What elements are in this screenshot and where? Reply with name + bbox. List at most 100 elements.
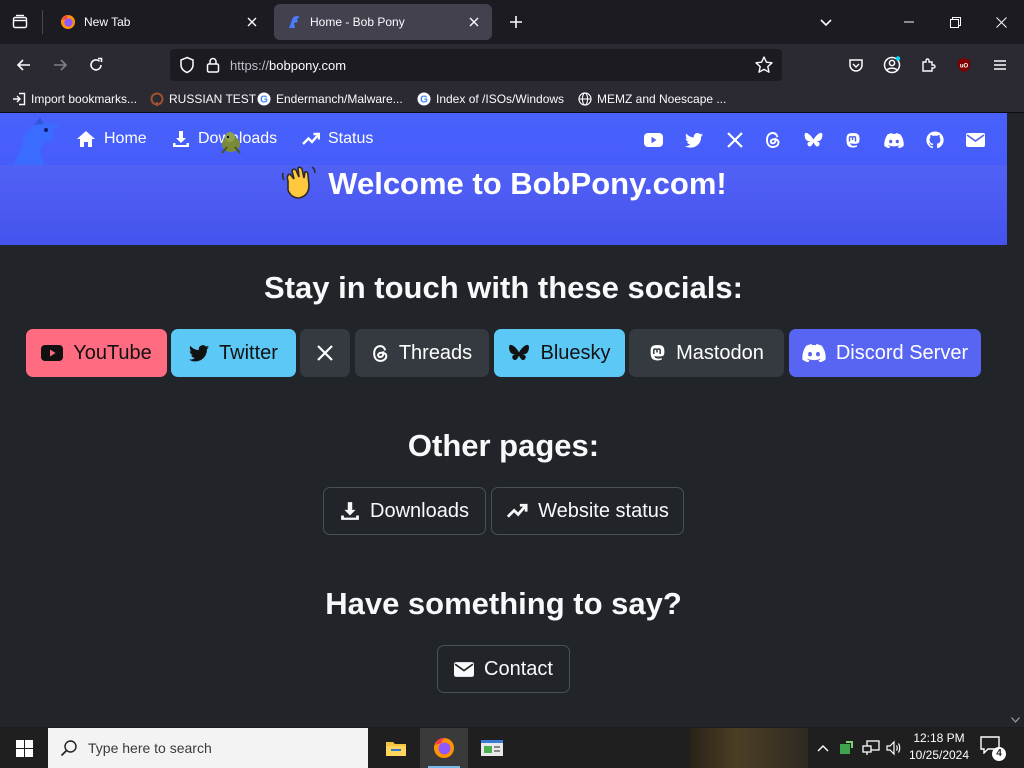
ublock-origin-button[interactable]: uO [950, 51, 978, 79]
chevron-down-icon [820, 19, 832, 27]
mastodon-icon[interactable] [843, 130, 863, 150]
lock-icon[interactable] [206, 57, 220, 73]
x-icon [317, 345, 333, 361]
svg-text:G: G [260, 95, 268, 106]
back-button[interactable] [10, 51, 38, 79]
close-tab-icon[interactable] [240, 10, 264, 34]
bookmark-label: Index of /ISOs/Windows [436, 92, 565, 106]
website-status-button[interactable]: Website status [491, 487, 684, 535]
close-window-button[interactable] [978, 0, 1024, 44]
address-bar[interactable]: https://bobpony.com [170, 49, 782, 81]
minimize-button[interactable] [886, 0, 932, 44]
bookmark-russian-test[interactable]: RUSSIAN TEST [150, 90, 256, 108]
mail-icon[interactable] [965, 130, 985, 150]
navigation-toolbar: https://bobpony.com uO [0, 44, 1024, 86]
threads-icon [372, 344, 388, 362]
search-placeholder: Type here to search [88, 740, 212, 756]
button-label: Bluesky [540, 341, 611, 364]
bookmark-endermanch-malware[interactable]: G Endermanch/Malware... [257, 90, 403, 108]
volume-tray-icon[interactable] [884, 738, 904, 758]
new-tab-button[interactable] [502, 8, 530, 36]
forward-button[interactable] [46, 51, 74, 79]
youtube-icon[interactable] [643, 130, 663, 150]
x-button[interactable] [300, 329, 350, 377]
discord-icon[interactable] [884, 130, 904, 150]
app-taskbar-button[interactable] [468, 728, 516, 768]
bookmark-star-icon[interactable] [754, 55, 774, 75]
restore-button[interactable] [932, 0, 978, 44]
search-icon [60, 740, 77, 757]
close-tab-icon[interactable] [462, 10, 486, 34]
download-icon [341, 502, 359, 520]
firefox-taskbar-button[interactable] [420, 728, 468, 768]
taskbar-search-box[interactable]: Type here to search [48, 728, 368, 768]
bookmark-index-of-isos[interactable]: G Index of /ISOs/Windows [417, 90, 564, 108]
download-icon [173, 131, 189, 147]
contact-heading: Have something to say? [325, 586, 682, 621]
tab-overflow-button[interactable] [812, 8, 840, 36]
youtube-button[interactable]: YouTube [26, 329, 167, 377]
bookmark-label: Import bookmarks... [31, 92, 138, 106]
mastodon-button[interactable]: Mastodon [629, 329, 784, 377]
nav-status-link[interactable]: Status [302, 127, 373, 151]
tab-new-tab[interactable]: New Tab [48, 4, 270, 40]
mail-icon [454, 661, 475, 677]
taskbar-clock[interactable]: 12:18 PM 10/25/2024 [904, 730, 974, 766]
home-icon [77, 131, 95, 147]
list-all-tabs-button[interactable] [6, 8, 34, 36]
x-icon[interactable] [725, 130, 745, 150]
nav-home-link[interactable]: Home [76, 127, 147, 151]
twitter-button[interactable]: Twitter [171, 329, 296, 377]
tab-home-bob-pony[interactable]: Home - Bob Pony [274, 4, 492, 40]
bobpony-logo[interactable] [10, 115, 62, 167]
bluesky-button[interactable]: Bluesky [494, 329, 625, 377]
button-label: Threads [398, 341, 473, 364]
show-hidden-icons-button[interactable] [814, 738, 832, 758]
restore-icon [949, 16, 961, 28]
github-icon[interactable] [925, 130, 945, 150]
windows-logo-icon [15, 739, 33, 757]
arrow-left-icon [16, 59, 30, 71]
downloads-button[interactable]: Downloads [323, 487, 486, 535]
minimize-icon [904, 21, 914, 23]
clock-date: 10/25/2024 [908, 748, 970, 762]
file-explorer-taskbar-button[interactable] [372, 728, 420, 768]
twitter-icon[interactable] [684, 130, 704, 150]
welcome-text: Welcome to BobPony.com! [328, 166, 727, 201]
button-label: YouTube [73, 341, 152, 364]
threads-button[interactable]: Threads [355, 329, 489, 377]
plus-icon [510, 16, 522, 28]
contact-button[interactable]: Contact [437, 645, 570, 693]
url-text[interactable]: https://bobpony.com [230, 58, 754, 73]
bookmark-memz-noescape[interactable]: MEMZ and Noescape ... [578, 90, 726, 108]
discord-server-button[interactable]: Discord Server [789, 329, 981, 377]
extensions-button[interactable] [914, 51, 942, 79]
import-icon [13, 92, 26, 106]
bobpony-favicon [289, 16, 300, 28]
tracking-protection-shield-icon[interactable] [178, 56, 196, 74]
network-tray-icon[interactable] [860, 738, 882, 758]
welcome-heading: Welcome to BobPony.com! [0, 163, 1007, 202]
app-menu-button[interactable] [986, 51, 1014, 79]
socials-heading: Stay in touch with these socials: [264, 270, 743, 305]
reload-button[interactable] [82, 51, 110, 79]
bluesky-icon[interactable] [803, 130, 823, 150]
scroll-down-arrow-icon[interactable] [1011, 717, 1020, 723]
tab-title: Home - Bob Pony [310, 15, 405, 29]
globe-icon [578, 92, 592, 106]
other-pages-heading: Other pages: [407, 428, 600, 463]
close-icon [995, 16, 1007, 28]
pocket-button[interactable] [842, 51, 870, 79]
action-center-button[interactable]: 4 [980, 736, 1006, 761]
bookmark-label: Endermanch/Malware... [276, 92, 403, 106]
bookmark-import[interactable]: Import bookmarks... [12, 90, 137, 108]
tray-app-icon[interactable] [836, 738, 856, 758]
window-app-icon [481, 740, 503, 756]
bookmarks-toolbar: Import bookmarks... RUSSIAN TEST G Ender… [0, 86, 1024, 113]
account-button[interactable] [878, 51, 906, 79]
mastodon-icon [650, 345, 665, 361]
chevron-up-icon [817, 745, 829, 752]
start-button[interactable] [0, 728, 48, 768]
threads-icon[interactable] [763, 130, 783, 150]
page-scrollbar[interactable] [1007, 113, 1024, 727]
